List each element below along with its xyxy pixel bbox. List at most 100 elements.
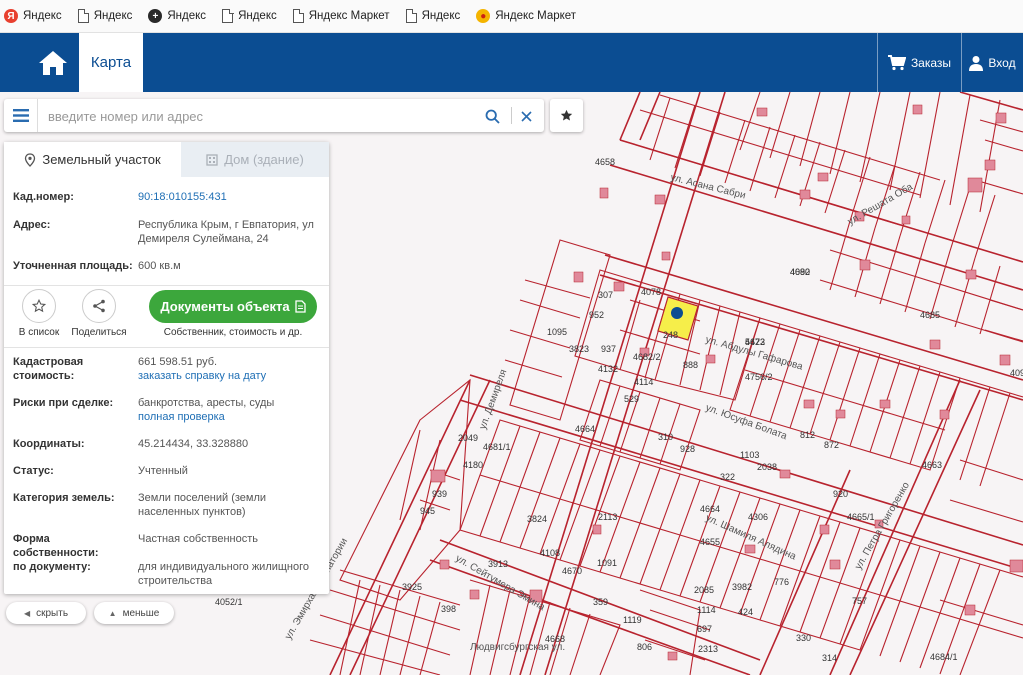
add-to-list-button[interactable] (22, 289, 56, 323)
parcel-number: 939 (432, 489, 447, 499)
parcel-number: 307 (598, 290, 613, 300)
home-button[interactable] (27, 46, 79, 80)
parcel-number: 3913 (488, 559, 508, 569)
cadastral-cost-value: 661 598.51 руб. заказать справку на дату (138, 355, 323, 383)
deal-risks-value: банкротства, аресты, суды полная проверка (138, 396, 323, 424)
bookmark-yandex-4[interactable]: Яндекс (222, 8, 277, 23)
page-icon (77, 8, 90, 23)
orders-label: Заказы (910, 55, 952, 70)
object-documents-button[interactable]: Документы объекта (149, 290, 317, 323)
full-check-link[interactable]: полная проверка (138, 411, 225, 423)
close-icon (520, 110, 532, 122)
field-label: Риски при сделке: (13, 397, 114, 409)
share-icon (93, 299, 105, 313)
field-label: Статус: (13, 465, 54, 477)
panel-tabs: Земельный участок Дом (здание) (4, 142, 329, 177)
hide-panel-button[interactable]: ◀ скрыть (6, 602, 86, 624)
parcel-number: 4132 (598, 364, 618, 374)
parcel-number: 945 (420, 506, 435, 516)
cadastral-number-link[interactable]: 90:18:010155:431 (138, 190, 323, 204)
search-button[interactable] (482, 106, 502, 126)
less-button[interactable]: ▲ меньше (94, 602, 174, 624)
tab-land-plot[interactable]: Земельный участок (4, 142, 181, 177)
login-button[interactable]: Вход (961, 33, 1023, 92)
status-value: Учтенный (138, 465, 188, 477)
object-documents-label: Документы объекта (160, 299, 290, 314)
parcel-number: 310 (658, 432, 673, 442)
parcel-number: 4684/1 (930, 652, 958, 662)
parcel-number: 424 (738, 607, 753, 617)
parcel-number: 4306 (748, 512, 768, 522)
tab-map[interactable]: Карта (79, 33, 143, 92)
parcel-number: 1103 (740, 450, 759, 460)
parcel-number: 322 (720, 472, 735, 482)
share-button[interactable] (82, 289, 116, 323)
parcel-number: 3824 (527, 514, 547, 524)
market-icon: ● (476, 9, 491, 23)
parcel-number: 248 (663, 330, 678, 340)
page-icon (405, 8, 418, 23)
parcel-number: 4655 (700, 537, 720, 547)
bookmark-yandex-5[interactable]: Яндекс (405, 8, 460, 23)
hamburger-icon (12, 109, 29, 122)
parcel-number: 812 (800, 430, 815, 440)
search-input[interactable] (48, 107, 468, 125)
document-icon (295, 300, 306, 313)
share-label: Поделиться (71, 327, 127, 338)
field-label: Координаты: (13, 438, 85, 450)
parcel-number: 4664 (700, 504, 720, 514)
bookmark-yandex-3[interactable]: + Яндекс (148, 9, 206, 23)
cost-amount: 661 598.51 руб. (138, 356, 218, 368)
selected-parcel-marker (671, 307, 683, 319)
parcel-number: 4664 (575, 424, 595, 434)
bookmarks-bar: Я Яндекс Яндекс + Яндекс Яндекс Яндекс Мар… (0, 0, 1023, 33)
parcel-number: 4108 (540, 548, 560, 558)
parcel-number: 806 (637, 642, 652, 652)
parcel-number: 4681/1 (483, 442, 511, 452)
parcel-number: 359 (593, 597, 608, 607)
bookmark-yandex-2[interactable]: Яндекс (77, 8, 132, 23)
parcel-number: 4180 (463, 460, 483, 470)
parcel-number: 2049 (458, 433, 478, 443)
parcel-number: 398 (441, 604, 456, 614)
triangle-left-icon: ◀ (23, 608, 31, 618)
street-label: ул. Юсуфа Болата (704, 402, 789, 443)
parcel-number: 920 (833, 489, 848, 499)
tab-building[interactable]: Дом (здание) (181, 142, 329, 177)
less-label: меньше (122, 607, 160, 619)
bookmark-yandex-market-2[interactable]: ● Яндекс Маркет (476, 9, 576, 23)
bookmark-yandex-1[interactable]: Я Яндекс (4, 9, 62, 23)
bookmark-label: Яндекс (23, 10, 62, 22)
menu-button[interactable] (4, 99, 38, 132)
favorites-button[interactable] (550, 99, 583, 132)
object-info-panel: Земельный участок Дом (здание) Кад.номер… (4, 142, 329, 594)
parcel-number: 2113 (598, 512, 617, 522)
parcel-number: 4078 (641, 287, 661, 297)
page-icon (292, 8, 305, 23)
bookmark-yandex-market-1[interactable]: Яндекс Маркет (292, 8, 390, 23)
parcel-number: 4658 (595, 157, 615, 167)
parcel-number: 4092 (790, 267, 810, 277)
home-icon (39, 51, 67, 75)
app-header: Карта Заказы Вход (0, 33, 1023, 92)
parcel-number: 3982 (732, 582, 752, 592)
documents-subtitle: Собственник, стоимость и др. (163, 327, 303, 338)
bookmark-label: Яндекс (167, 10, 207, 22)
parcel-number: 1114 (697, 605, 716, 615)
parcel-number: 2085 (694, 585, 714, 595)
yandex-plus-icon: + (148, 9, 163, 23)
parcel-number: 1091 (597, 558, 617, 568)
clear-button[interactable] (515, 106, 537, 126)
coordinates-value: 45.214434, 33.328880 (138, 438, 249, 450)
parcel-number: 1095 (547, 327, 567, 337)
orders-button[interactable]: Заказы (877, 33, 961, 92)
tab-land-plot-label: Земельный участок (42, 152, 161, 167)
parcel-number: 937 (601, 344, 616, 354)
order-certificate-link[interactable]: заказать справку на дату (138, 370, 266, 382)
risks-text: банкротства, аресты, суды (138, 397, 275, 409)
parcel-number: 529 (624, 394, 639, 404)
field-label: Кадастровая стоимость: (13, 356, 84, 382)
star-filled-icon (560, 109, 573, 121)
bookmark-label: Яндекс Маркет (308, 10, 390, 22)
star-outline-icon (32, 299, 46, 313)
